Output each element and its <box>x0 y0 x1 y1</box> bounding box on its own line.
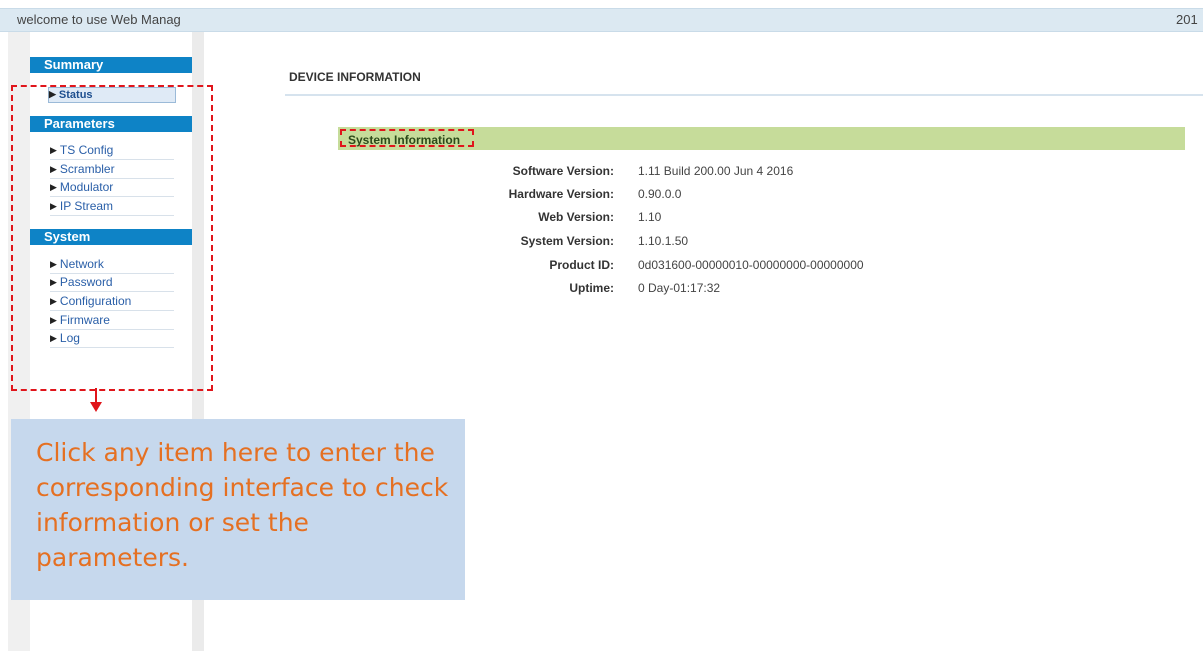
annotation-text: Click any item here to enter the corresp… <box>36 438 449 572</box>
info-value-system-version: 1.10.1.50 <box>638 234 689 248</box>
info-value-software-version: 1.11 Build 200.00 Jun 4 2016 <box>638 164 794 178</box>
info-value-web-version: 1.10 <box>638 210 662 224</box>
info-row-product-id: Product ID: <box>0 258 614 274</box>
info-label: Web Version: <box>538 210 614 224</box>
info-row-uptime: Uptime: <box>0 281 614 297</box>
info-label: Uptime: <box>569 281 614 295</box>
info-label: Hardware Version: <box>508 187 614 201</box>
info-row-system-version: System Version: <box>0 234 614 250</box>
year-text: 201 <box>1176 12 1198 27</box>
info-label: Software Version: <box>512 164 614 178</box>
info-row-software-version: Software Version: <box>0 164 614 180</box>
top-bar: welcome to use Web Manag 201 <box>0 8 1203 32</box>
arrow-down-icon <box>90 402 102 412</box>
info-row-hardware-version: Hardware Version: <box>0 187 614 203</box>
page-title: DEVICE INFORMATION <box>289 70 421 84</box>
sidebar-section-summary: Summary <box>30 57 192 73</box>
sidebar-section-title: Summary <box>44 57 104 72</box>
title-divider <box>285 94 1203 96</box>
annotation-arrow-line <box>95 388 97 402</box>
system-information-title: System Information <box>340 129 474 147</box>
info-value-hardware-version: 0.90.0.0 <box>638 187 682 201</box>
info-label: System Version: <box>520 234 614 248</box>
info-row-web-version: Web Version: <box>0 210 614 226</box>
info-value-product-id: 0d031600-00000010-00000000-00000000 <box>638 258 864 272</box>
info-label: Product ID: <box>549 258 614 272</box>
info-value-uptime: 0 Day-01:17:32 <box>638 281 721 295</box>
annotation-callout: Click any item here to enter the corresp… <box>11 419 465 600</box>
welcome-text: welcome to use Web Manag <box>17 12 181 27</box>
